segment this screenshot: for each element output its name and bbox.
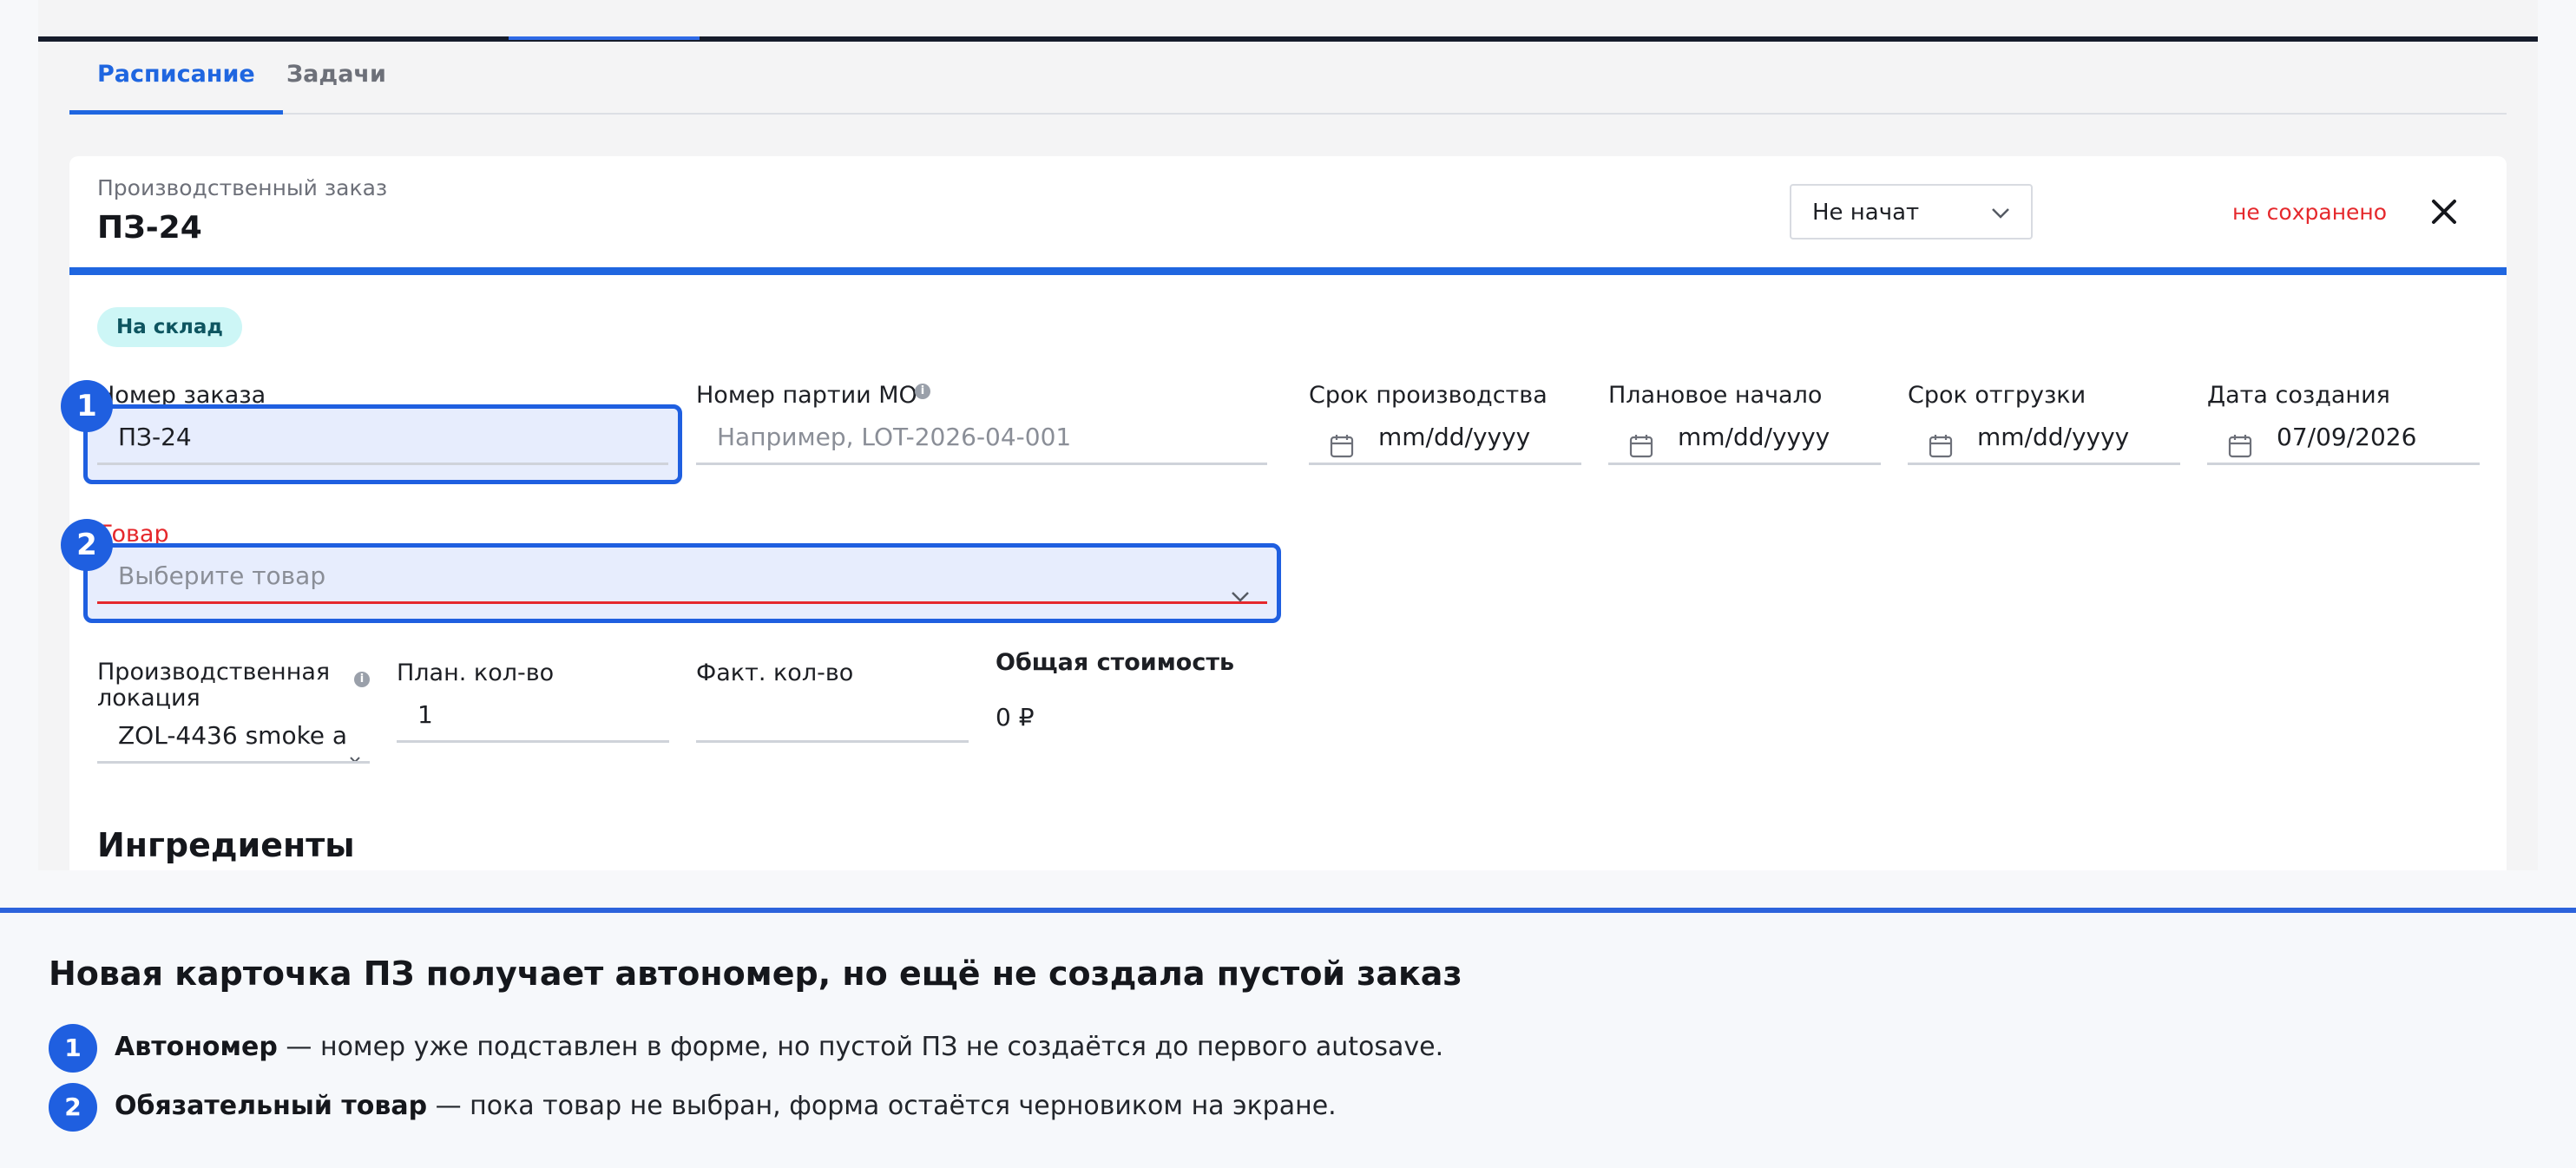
location-value: ZOL-4436 smoke a <box>118 721 348 750</box>
created-date-input[interactable]: 07/09/2026 <box>2207 413 2480 465</box>
tab-bar: Расписание Задачи <box>69 54 2507 115</box>
calendar-icon <box>1330 427 1354 476</box>
production-deadline-value: mm/dd/yyyy <box>1378 423 1531 451</box>
info-icon: i <box>354 672 370 687</box>
batch-number-input[interactable]: Например, LOT-2026-04-001 <box>696 413 1267 465</box>
actual-qty-input[interactable] <box>696 691 969 743</box>
actual-qty-label: Факт. кол-во <box>696 659 854 686</box>
order-number-input[interactable]: ПЗ-24 <box>97 413 668 465</box>
shipping-deadline-input[interactable]: mm/dd/yyyy <box>1908 413 2180 465</box>
planned-start-value: mm/dd/yyyy <box>1678 423 1830 451</box>
legend-number: 1 <box>49 1024 97 1073</box>
location-label-line1: Производственная <box>97 659 331 686</box>
top-divider <box>38 36 2538 42</box>
production-deadline-input[interactable]: mm/dd/yyyy <box>1309 413 1581 465</box>
product-select[interactable]: Выберите товар <box>97 552 1267 604</box>
marker-1: 1 <box>61 380 113 432</box>
calendar-icon <box>2228 427 2252 476</box>
location-label-line2: локация <box>97 685 200 712</box>
product-placeholder: Выберите товар <box>118 561 326 590</box>
total-cost-label: Общая стоимость <box>996 649 1235 676</box>
close-button[interactable] <box>2423 191 2465 233</box>
total-cost-value: 0 ₽ <box>996 703 1035 732</box>
legend-term: Автономер <box>115 1032 278 1062</box>
shipping-deadline-label: Срок отгрузки <box>1908 382 2086 409</box>
save-state-text: не сохранено <box>2232 200 2388 225</box>
legend-text: Автономер — номер уже подставлен в форме… <box>115 1032 1443 1062</box>
legend-description: — пока товар не выбран, форма остаётся ч… <box>427 1091 1337 1121</box>
app-window: Расписание Задачи Производственный заказ… <box>38 0 2538 870</box>
legend-description: — номер уже подставлен в форме, но пусто… <box>277 1032 1444 1062</box>
planned-qty-label: План. кол-во <box>397 659 555 686</box>
status-select[interactable]: Не начат <box>1790 184 2033 240</box>
close-icon <box>2432 200 2456 224</box>
chevron-down-icon <box>1231 571 1250 620</box>
card-accent-bar <box>69 267 2507 275</box>
planned-start-input[interactable]: mm/dd/yyyy <box>1608 413 1881 465</box>
tab-schedule[interactable]: Расписание <box>69 54 283 115</box>
legend-title: Новая карточка ПЗ получает автономер, но… <box>49 955 1462 993</box>
marker-2: 2 <box>61 519 113 571</box>
created-date-label: Дата создания <box>2207 382 2390 409</box>
chevron-down-icon <box>1991 207 2010 223</box>
calendar-icon <box>1629 427 1653 476</box>
created-date-value: 07/09/2026 <box>2277 423 2417 451</box>
production-order-card: Производственный заказ ПЗ-24 Не начат не… <box>61 156 2507 870</box>
info-icon: i <box>915 384 930 399</box>
legend-term: Обязательный товар <box>115 1091 428 1121</box>
location-select[interactable]: ZOL-4436 smoke a <box>97 712 370 764</box>
ingredients-title: Ингредиенты <box>97 826 355 864</box>
location-label: Производственная локация <box>97 659 330 712</box>
production-deadline-label: Срок производства <box>1309 382 1548 409</box>
planned-start-label: Плановое начало <box>1608 382 1823 409</box>
chevron-down-icon <box>349 732 361 761</box>
status-badge: На склад <box>97 307 242 347</box>
batch-number-label: Номер партии MO <box>696 382 917 409</box>
legend-number: 2 <box>49 1083 97 1132</box>
planned-qty-input[interactable]: 1 <box>397 691 669 743</box>
card-subtitle: Производственный заказ <box>97 175 388 200</box>
legend-text: Обязательный товар — пока товар не выбра… <box>115 1091 1337 1121</box>
legend-panel: Новая карточка ПЗ получает автономер, но… <box>0 908 2576 1168</box>
tab-tasks[interactable]: Задачи <box>259 54 414 115</box>
status-value: Не начат <box>1812 200 1920 226</box>
shipping-deadline-value: mm/dd/yyyy <box>1977 423 2130 451</box>
calendar-icon <box>1929 427 1953 476</box>
card-title: ПЗ-24 <box>97 210 202 246</box>
top-accent <box>509 36 700 40</box>
